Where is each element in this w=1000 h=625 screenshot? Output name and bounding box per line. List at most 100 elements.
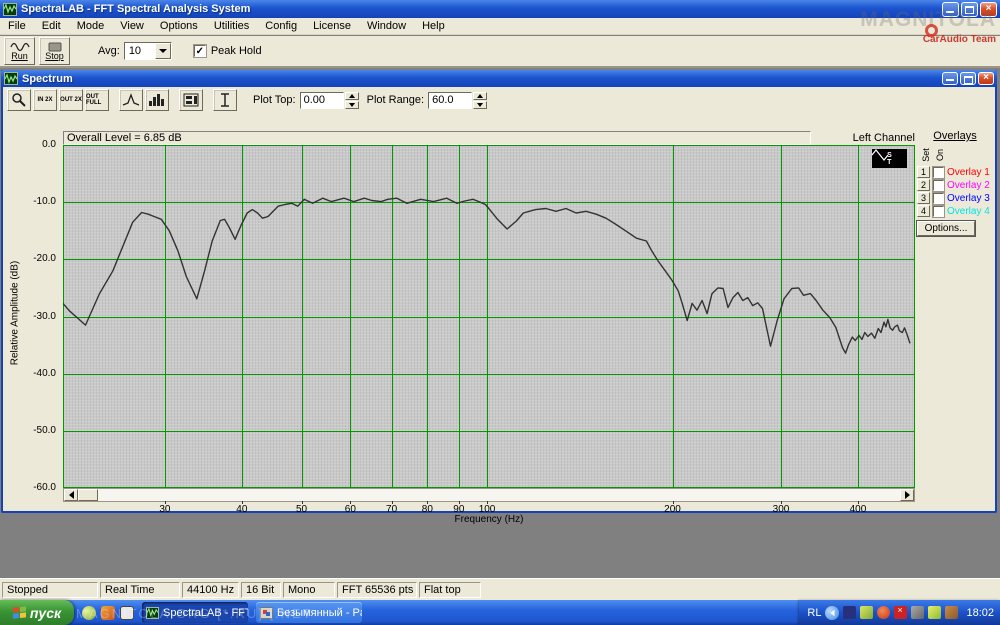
- bar-chart-icon: [149, 94, 164, 106]
- stop-icon: [48, 42, 61, 51]
- quick-launch-icon-1[interactable]: [82, 605, 96, 620]
- overlay-2-checkbox[interactable]: [932, 178, 945, 192]
- hide-tray-icons-button[interactable]: [825, 605, 840, 620]
- plot-horizontal-scrollbar[interactable]: [63, 488, 915, 502]
- scroll-left-arrow[interactable]: [64, 489, 78, 501]
- menu-item-config[interactable]: Config: [257, 19, 305, 33]
- overlay-3-set-button[interactable]: 3: [917, 192, 930, 204]
- stop-button[interactable]: Stop: [39, 37, 70, 65]
- menu-item-utilities[interactable]: Utilities: [206, 19, 257, 33]
- overlay-4-checkbox[interactable]: [932, 204, 945, 218]
- spectrum-minimize-button[interactable]: [942, 72, 958, 85]
- spectrum-maximize-button[interactable]: [960, 72, 976, 85]
- taskbar: пуск SpectraLAB - FFT Spe... Безымянный …: [0, 600, 1000, 625]
- start-button-label: пуск: [29, 604, 62, 621]
- zoom-out-full-button[interactable]: OUT FULL: [85, 89, 109, 111]
- restore-button[interactable]: [961, 1, 978, 17]
- tray-icon-6[interactable]: [928, 606, 942, 619]
- menu-item-license[interactable]: License: [305, 19, 359, 33]
- language-indicator[interactable]: RL: [807, 607, 821, 619]
- spectrum-close-button[interactable]: ×: [978, 72, 994, 85]
- menu-item-view[interactable]: View: [112, 19, 152, 33]
- tray-icon-1[interactable]: [843, 606, 857, 619]
- menu-item-edit[interactable]: Edit: [34, 19, 69, 33]
- plot-range-spinner[interactable]: [473, 91, 488, 109]
- start-button[interactable]: пуск: [0, 600, 74, 625]
- menu-item-mode[interactable]: Mode: [69, 19, 113, 33]
- spectrum-window-icon: [4, 72, 18, 85]
- menu-item-file[interactable]: File: [0, 19, 34, 33]
- avg-value: 10: [128, 45, 142, 57]
- overlay-4-set-button[interactable]: 4: [917, 205, 930, 217]
- overlay-row-2: 2 Overlay 2: [917, 178, 993, 192]
- overlays-options-button[interactable]: Options...: [917, 221, 975, 236]
- overlay-1-checkbox[interactable]: [932, 165, 945, 179]
- scroll-right-arrow[interactable]: [900, 489, 914, 501]
- status-sample-rate: 44100 Hz: [182, 581, 239, 598]
- tray-icon-2[interactable]: [860, 606, 874, 619]
- plot-top-spin-up[interactable]: [344, 91, 359, 100]
- avg-dropdown[interactable]: 10: [123, 42, 172, 60]
- run-button[interactable]: Run: [4, 37, 35, 65]
- x-tick-mark: [350, 501, 352, 504]
- plot-top-label: Plot Top:: [253, 94, 296, 106]
- scrollbar-thumb[interactable]: [78, 489, 98, 501]
- taskbar-task-paint[interactable]: Безымянный - Paint: [256, 602, 362, 623]
- sine-wave-icon: [9, 42, 30, 51]
- main-titlebar: SpectraLAB - FFT Spectral Analysis Syste…: [0, 0, 1000, 18]
- stop-button-label: Stop: [45, 50, 64, 61]
- plot-top-spinner[interactable]: [344, 91, 359, 109]
- menu-item-help[interactable]: Help: [414, 19, 453, 33]
- peak-hold-checkbox[interactable]: ✓: [192, 44, 207, 58]
- plot-range-input[interactable]: 60.0: [428, 91, 473, 109]
- y-tick-label: -50.0: [33, 424, 56, 436]
- y-tick-label: 0.0: [42, 139, 56, 150]
- overlay-4-label: Overlay 4: [947, 205, 990, 217]
- close-button[interactable]: ×: [980, 1, 997, 17]
- overlays-set-header: Set: [920, 148, 931, 162]
- y-axis-title: Relative Amplitude (dB): [9, 260, 21, 366]
- signal-type-badge: S T: [872, 149, 907, 168]
- overlay-row-1: 1 Overlay 1: [917, 165, 993, 179]
- paint-task-icon: [260, 606, 273, 619]
- spectralab-task-icon: [146, 606, 159, 619]
- tray-icon-3[interactable]: [877, 606, 891, 619]
- status-mode: Real Time: [100, 581, 180, 598]
- taskbar-clock: 18:02: [966, 606, 994, 619]
- plot-range-spin-down[interactable]: [473, 100, 488, 109]
- ibeam-marker-icon: [221, 93, 229, 107]
- plot-range-spin-up[interactable]: [473, 91, 488, 100]
- x-tick-mark: [487, 501, 489, 504]
- quick-launch-icon-2[interactable]: [101, 605, 115, 620]
- taskbar-task-spectralab[interactable]: SpectraLAB - FFT Spe...: [142, 602, 248, 623]
- overlay-3-checkbox[interactable]: [932, 191, 945, 205]
- line-plot-mode-button[interactable]: [119, 89, 143, 111]
- menu-item-window[interactable]: Window: [359, 19, 414, 33]
- peak-hold-label: Peak Hold: [210, 45, 262, 57]
- windows-flag-icon: [12, 606, 26, 619]
- plot-top-input[interactable]: 0.00: [299, 91, 344, 109]
- zoom-out-2x-button[interactable]: OUT 2X: [59, 89, 83, 111]
- marker-tool-button[interactable]: [213, 89, 237, 111]
- plot-top-spin-down[interactable]: [344, 100, 359, 109]
- scrollbar-track[interactable]: [98, 489, 900, 501]
- spectrum-toolbar: IN 2X OUT 2X OUT FULL Plot Top: 0.00 Plo…: [3, 87, 995, 113]
- spectrum-titlebar: Spectrum ×: [1, 70, 997, 87]
- status-run-state: Stopped: [2, 581, 98, 598]
- display-settings-button[interactable]: [179, 89, 203, 111]
- tray-icon-7[interactable]: [945, 606, 959, 619]
- task-label: SpectraLAB - FFT Spe...: [163, 606, 248, 619]
- overlays-on-header: On: [935, 148, 946, 162]
- bar-plot-mode-button[interactable]: [145, 89, 169, 111]
- quick-launch-icon-3[interactable]: [120, 605, 134, 620]
- avg-label: Avg:: [98, 45, 120, 57]
- minimize-button[interactable]: [942, 1, 959, 17]
- avg-dropdown-arrow-icon[interactable]: [154, 43, 171, 59]
- overlay-2-set-button[interactable]: 2: [917, 179, 930, 191]
- tray-icon-4[interactable]: [894, 605, 908, 619]
- menu-item-options[interactable]: Options: [152, 19, 206, 33]
- tray-icon-5[interactable]: [911, 606, 925, 619]
- status-channels: Mono: [283, 581, 335, 598]
- overlay-2-label: Overlay 2: [947, 179, 990, 191]
- overlay-1-set-button[interactable]: 1: [917, 166, 930, 178]
